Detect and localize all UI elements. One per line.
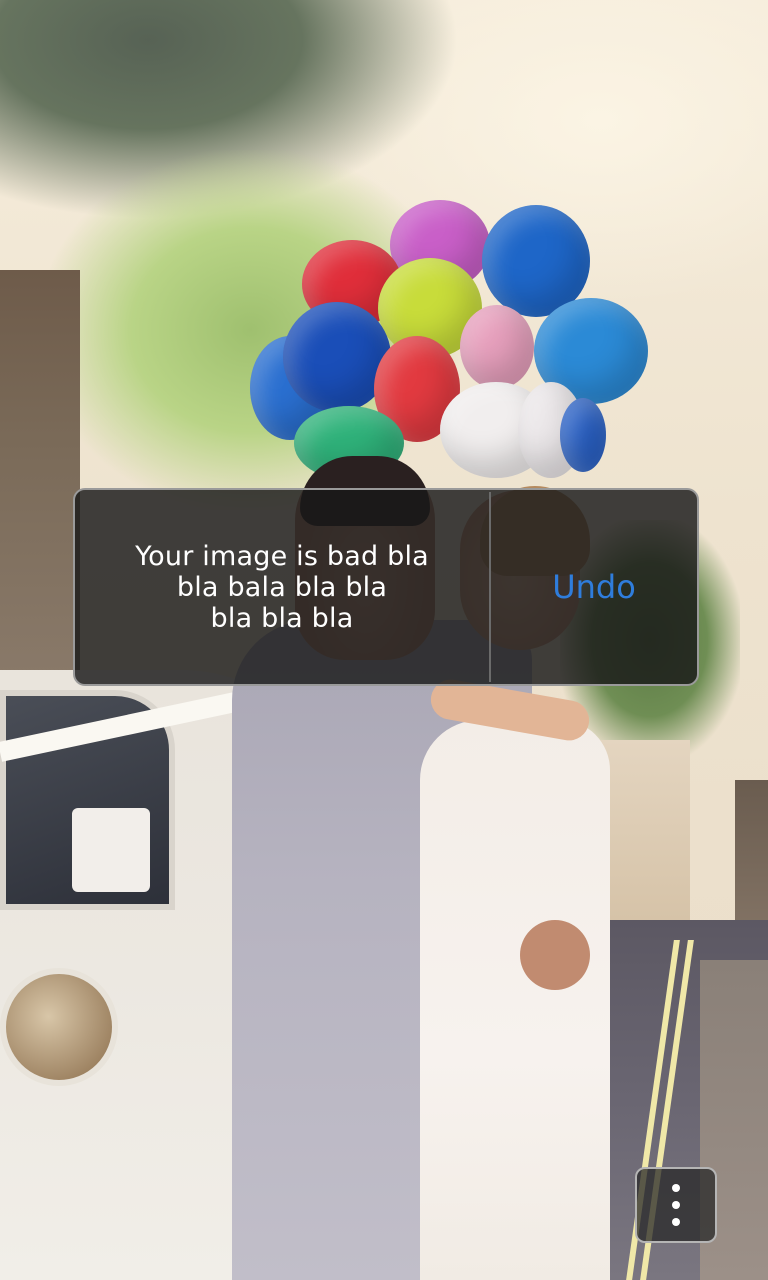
overflow-menu-icon — [672, 1201, 680, 1209]
bride-dress — [420, 720, 610, 1280]
car-mirror — [0, 968, 118, 1086]
undo-label: Undo — [552, 568, 636, 606]
overflow-menu-button[interactable] — [635, 1167, 717, 1243]
balloon — [460, 305, 534, 389]
undo-button[interactable]: Undo — [491, 490, 697, 684]
undo-toast: Your image is bad bla bla bala bla bla b… — [73, 488, 699, 686]
stone-wall — [0, 270, 80, 690]
groom-hand — [520, 920, 590, 990]
toast-message-area: Your image is bad bla bla bala bla bla b… — [75, 490, 489, 684]
overflow-menu-icon — [672, 1218, 680, 1226]
balloon — [560, 398, 606, 472]
overflow-menu-icon — [672, 1184, 680, 1192]
toast-message: Your image is bad bla bla bala bla bla b… — [135, 540, 429, 634]
car-sticker — [72, 808, 150, 892]
